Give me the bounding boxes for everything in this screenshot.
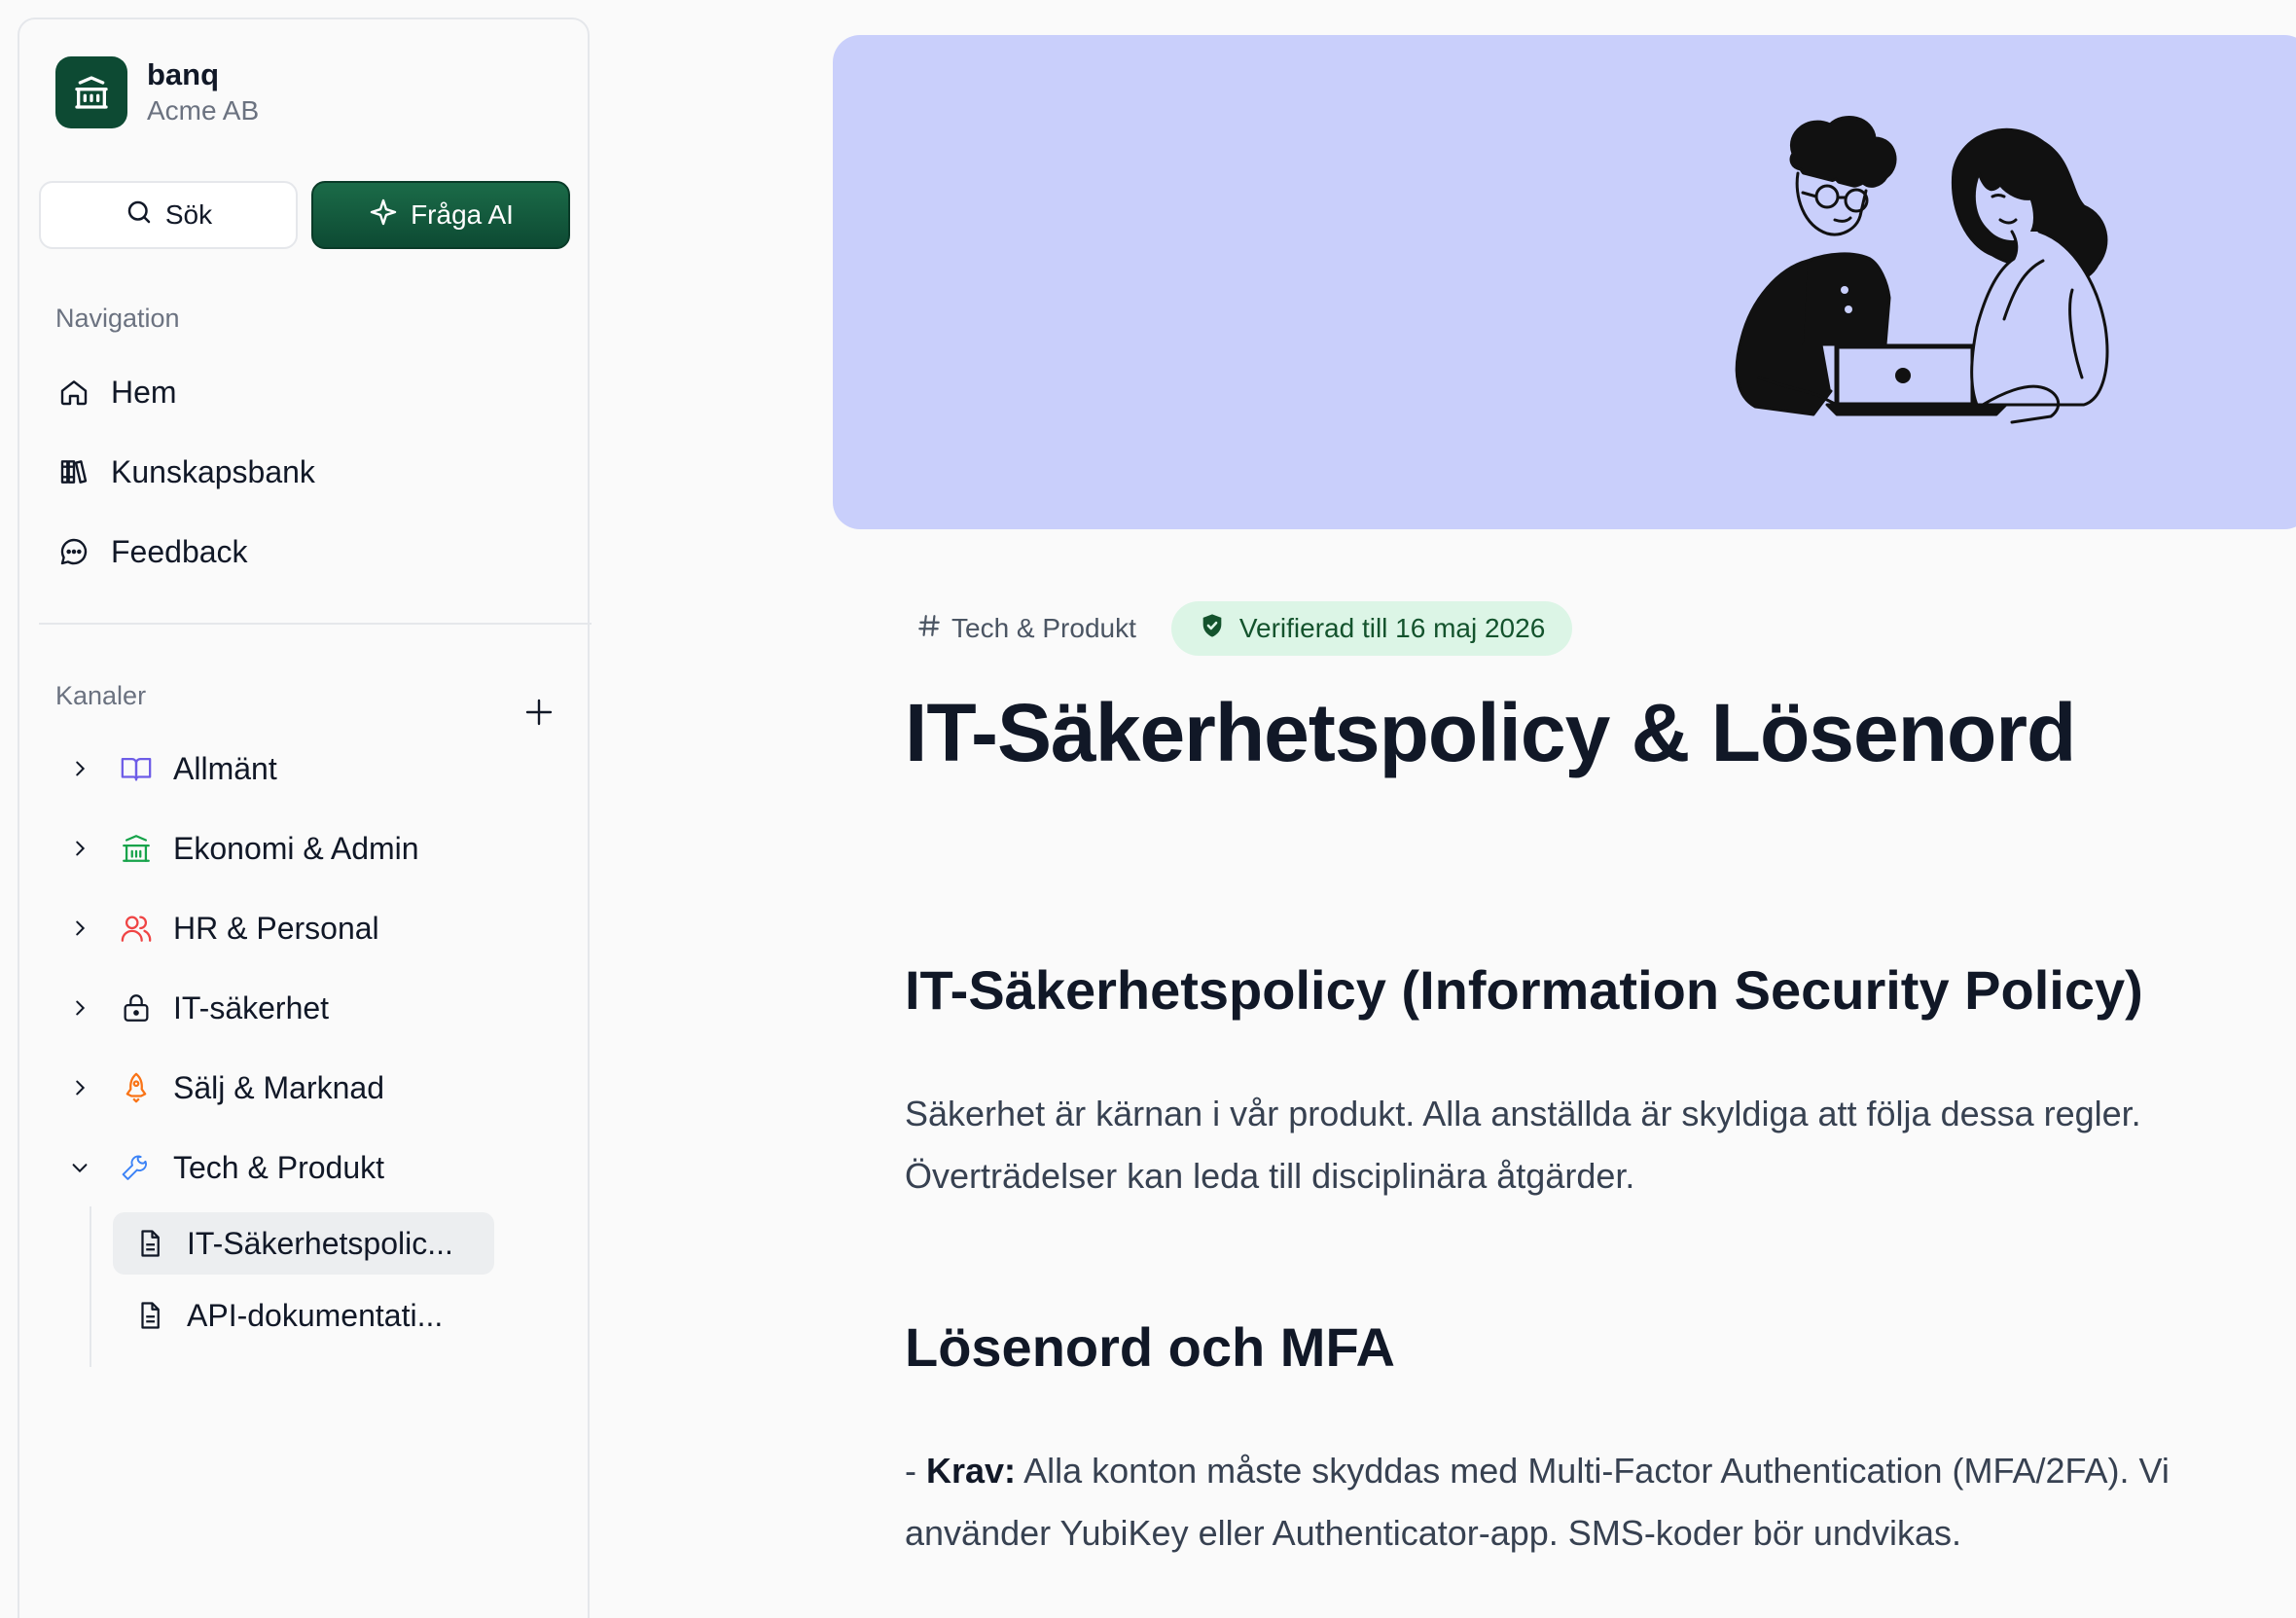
channel-item-tech-product[interactable]: Tech & Produkt: [39, 1135, 570, 1200]
plus-icon: [525, 699, 553, 726]
channel-item-hr[interactable]: HR & Personal: [39, 896, 570, 960]
chevron-right-icon[interactable]: [66, 915, 93, 942]
workspace-name: banq: [147, 57, 220, 91]
wrench-icon: [119, 1150, 154, 1185]
chevron-right-icon[interactable]: [66, 835, 93, 862]
paragraph-line: Överträdelser kan leda till disciplinära…: [905, 1156, 1635, 1196]
channel-item-sales-marketing[interactable]: Sälj & Marknad: [39, 1056, 570, 1120]
nav-item-knowledge-base[interactable]: Kunskapsbank: [39, 440, 570, 504]
chevron-down-icon[interactable]: [66, 1154, 93, 1181]
document-icon: [134, 1300, 165, 1331]
library-icon: [56, 454, 91, 489]
verified-badge: Verifierad till 16 maj 2026: [1170, 601, 1573, 656]
document-tags: Tech & Produkt Verifierad till 16 maj 20…: [905, 601, 1573, 656]
search-button-label: Sök: [164, 199, 213, 230]
document-item-it-security-policy[interactable]: IT-Säkerhetspolic...: [113, 1212, 494, 1275]
document-label: IT-Säkerhetspolic...: [187, 1225, 453, 1261]
paragraph-line: Alla konton måste skyddas med Multi-Fact…: [1016, 1451, 2170, 1491]
channel-item-finance-admin[interactable]: Ekonomi & Admin: [39, 816, 570, 881]
channel-label: Tech & Produkt: [173, 1149, 384, 1185]
users-icon: [119, 911, 154, 946]
navigation-heading: Navigation: [55, 304, 180, 333]
sparkle-icon: [368, 197, 399, 234]
chevron-right-icon[interactable]: [66, 1074, 93, 1101]
chat-icon: [56, 534, 91, 569]
channel-tag-label: Tech & Produkt: [951, 613, 1136, 643]
verified-badge-label: Verifierad till 16 maj 2026: [1238, 613, 1546, 643]
home-icon: [56, 375, 91, 410]
ask-ai-button[interactable]: Fråga AI: [311, 181, 570, 249]
search-icon: [125, 198, 154, 234]
channel-label: Allmänt: [173, 750, 277, 786]
channel-tag[interactable]: Tech & Produkt: [905, 602, 1148, 655]
list-dash: -: [905, 1451, 926, 1491]
nav-item-label: Hem: [111, 374, 177, 410]
rocket-icon: [119, 1070, 154, 1105]
document-item-api-documentation[interactable]: API-dokumentati...: [113, 1284, 443, 1347]
book-open-icon: [119, 751, 154, 786]
shield-check-icon: [1199, 612, 1226, 646]
paragraph-line: använder YubiKey eller Authenticator-app…: [905, 1513, 1961, 1553]
channel-label: Sälj & Marknad: [173, 1069, 384, 1105]
page-title: IT-Säkerhetspolicy & Lösenord: [905, 687, 2076, 778]
cover-banner: [833, 35, 2296, 529]
tree-guide-line: [90, 1206, 91, 1367]
document-label: API-dokumentati...: [187, 1297, 444, 1333]
nav-item-feedback[interactable]: Feedback: [39, 520, 570, 584]
channel-label: Ekonomi & Admin: [173, 830, 419, 866]
nav-item-label: Kunskapsbank: [111, 453, 315, 489]
document-icon: [134, 1228, 165, 1259]
paragraph-mfa-requirement: - Krav: Alla konton måste skyddas med Mu…: [905, 1440, 2286, 1564]
organization-name: Acme AB: [147, 95, 260, 126]
channel-item-it-security[interactable]: IT-säkerhet: [39, 976, 570, 1040]
sidebar: banq Acme AB Sök Fråga AI Navigation Hem…: [18, 18, 592, 1618]
section-heading-security-policy: IT-Säkerhetspolicy (Information Security…: [905, 959, 2143, 1021]
workspace-switcher[interactable]: banq Acme AB: [55, 56, 259, 128]
sidebar-divider: [39, 623, 592, 625]
chevron-right-icon[interactable]: [66, 994, 93, 1022]
lock-icon: [119, 990, 154, 1025]
channels-heading: Kanaler: [55, 681, 147, 710]
add-channel-button[interactable]: [521, 695, 556, 730]
chevron-right-icon[interactable]: [66, 755, 93, 782]
bank-logo-icon: [55, 56, 127, 128]
requirement-label: Krav:: [926, 1451, 1017, 1491]
hash-icon: [916, 613, 942, 645]
nav-item-home[interactable]: Hem: [39, 360, 570, 424]
channel-item-general[interactable]: Allmänt: [39, 737, 570, 801]
channel-label: HR & Personal: [173, 910, 379, 946]
search-button[interactable]: Sök: [39, 181, 298, 249]
team-illustration: [1735, 116, 2109, 424]
bank-icon: [119, 831, 154, 866]
nav-item-label: Feedback: [111, 533, 248, 569]
paragraph-security-intro: Säkerhet är kärnan i vår produkt. Alla a…: [905, 1083, 2286, 1207]
ask-ai-button-label: Fråga AI: [411, 199, 514, 230]
channel-label: IT-säkerhet: [173, 989, 330, 1025]
paragraph-line: Säkerhet är kärnan i vår produkt. Alla a…: [905, 1094, 2141, 1133]
section-heading-password-mfa: Lösenord och MFA: [905, 1316, 1395, 1378]
